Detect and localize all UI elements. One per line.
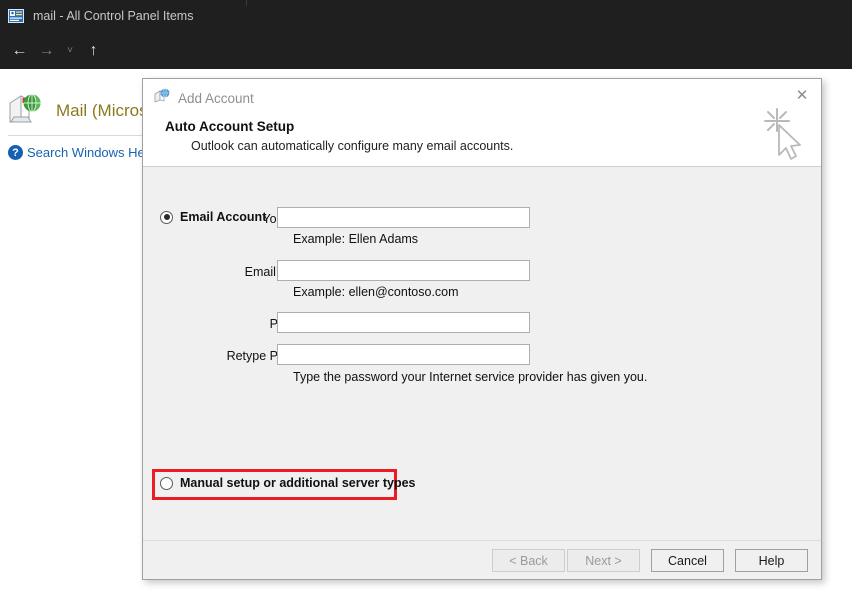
recent-locations-chevron-down-icon[interactable]: ˅ bbox=[60, 37, 80, 65]
window-title: mail - All Control Panel Items bbox=[33, 9, 193, 23]
sparkle-cursor-icon bbox=[761, 105, 807, 163]
mail-globe-icon bbox=[6, 91, 42, 130]
content-divider bbox=[8, 135, 144, 136]
mail-app-header: Mail (Micros bbox=[6, 91, 148, 130]
radio-manual-setup-indicator bbox=[160, 477, 173, 490]
close-x-icon[interactable]: ✕ bbox=[791, 85, 813, 105]
outlook-globe-icon bbox=[153, 87, 170, 109]
next-button[interactable]: Next > bbox=[567, 549, 640, 572]
email-address-input[interactable] bbox=[277, 260, 530, 281]
search-windows-help-row[interactable]: ? Search Windows Help bbox=[8, 145, 155, 160]
window-titlebar: mail - All Control Panel Items bbox=[0, 0, 852, 32]
screen: mail - All Control Panel Items ← → ˅ ↑ ›… bbox=[0, 0, 852, 590]
help-button[interactable]: Help bbox=[735, 549, 808, 572]
retype-password-input[interactable] bbox=[277, 344, 530, 365]
password-hint: Type the password your Internet service … bbox=[293, 370, 647, 384]
dialog-footer: < Back Next > Cancel Help bbox=[143, 540, 821, 578]
your-name-hint: Example: Ellen Adams bbox=[293, 232, 418, 246]
your-name-input[interactable] bbox=[277, 207, 530, 228]
password-input[interactable] bbox=[277, 312, 530, 333]
navigation-bar: ← → ˅ ↑ › Control Panel › All Control Pa… bbox=[0, 32, 852, 69]
dialog-header: Add Account ✕ Auto Account Setup Outlook… bbox=[143, 79, 821, 167]
back-arrow-icon[interactable]: ← bbox=[6, 37, 33, 65]
up-arrow-icon[interactable]: ↑ bbox=[80, 37, 107, 65]
question-mark-icon: ? bbox=[8, 145, 23, 160]
dialog-heading: Auto Account Setup bbox=[165, 119, 294, 134]
add-account-dialog: Add Account ✕ Auto Account Setup Outlook… bbox=[142, 78, 822, 580]
forward-arrow-icon[interactable]: → bbox=[33, 37, 60, 65]
mail-app-title: Mail (Micros bbox=[56, 101, 148, 121]
control-panel-mail-icon bbox=[8, 9, 24, 23]
dialog-caption: Add Account bbox=[153, 87, 254, 109]
email-address-hint: Example: ellen@contoso.com bbox=[293, 285, 459, 299]
radio-manual-setup-label: Manual setup or additional server types bbox=[180, 476, 415, 490]
dialog-caption-text: Add Account bbox=[178, 91, 254, 106]
cancel-button[interactable]: Cancel bbox=[651, 549, 724, 572]
radio-manual-setup[interactable]: Manual setup or additional server types bbox=[160, 476, 415, 490]
dialog-subheading: Outlook can automatically configure many… bbox=[191, 139, 513, 153]
search-windows-help-link[interactable]: Search Windows Help bbox=[27, 145, 155, 160]
dialog-body: Email Account Your Name: Example: Ellen … bbox=[143, 167, 821, 540]
back-button[interactable]: < Back bbox=[492, 549, 565, 572]
titlebar-divider bbox=[246, 0, 247, 6]
